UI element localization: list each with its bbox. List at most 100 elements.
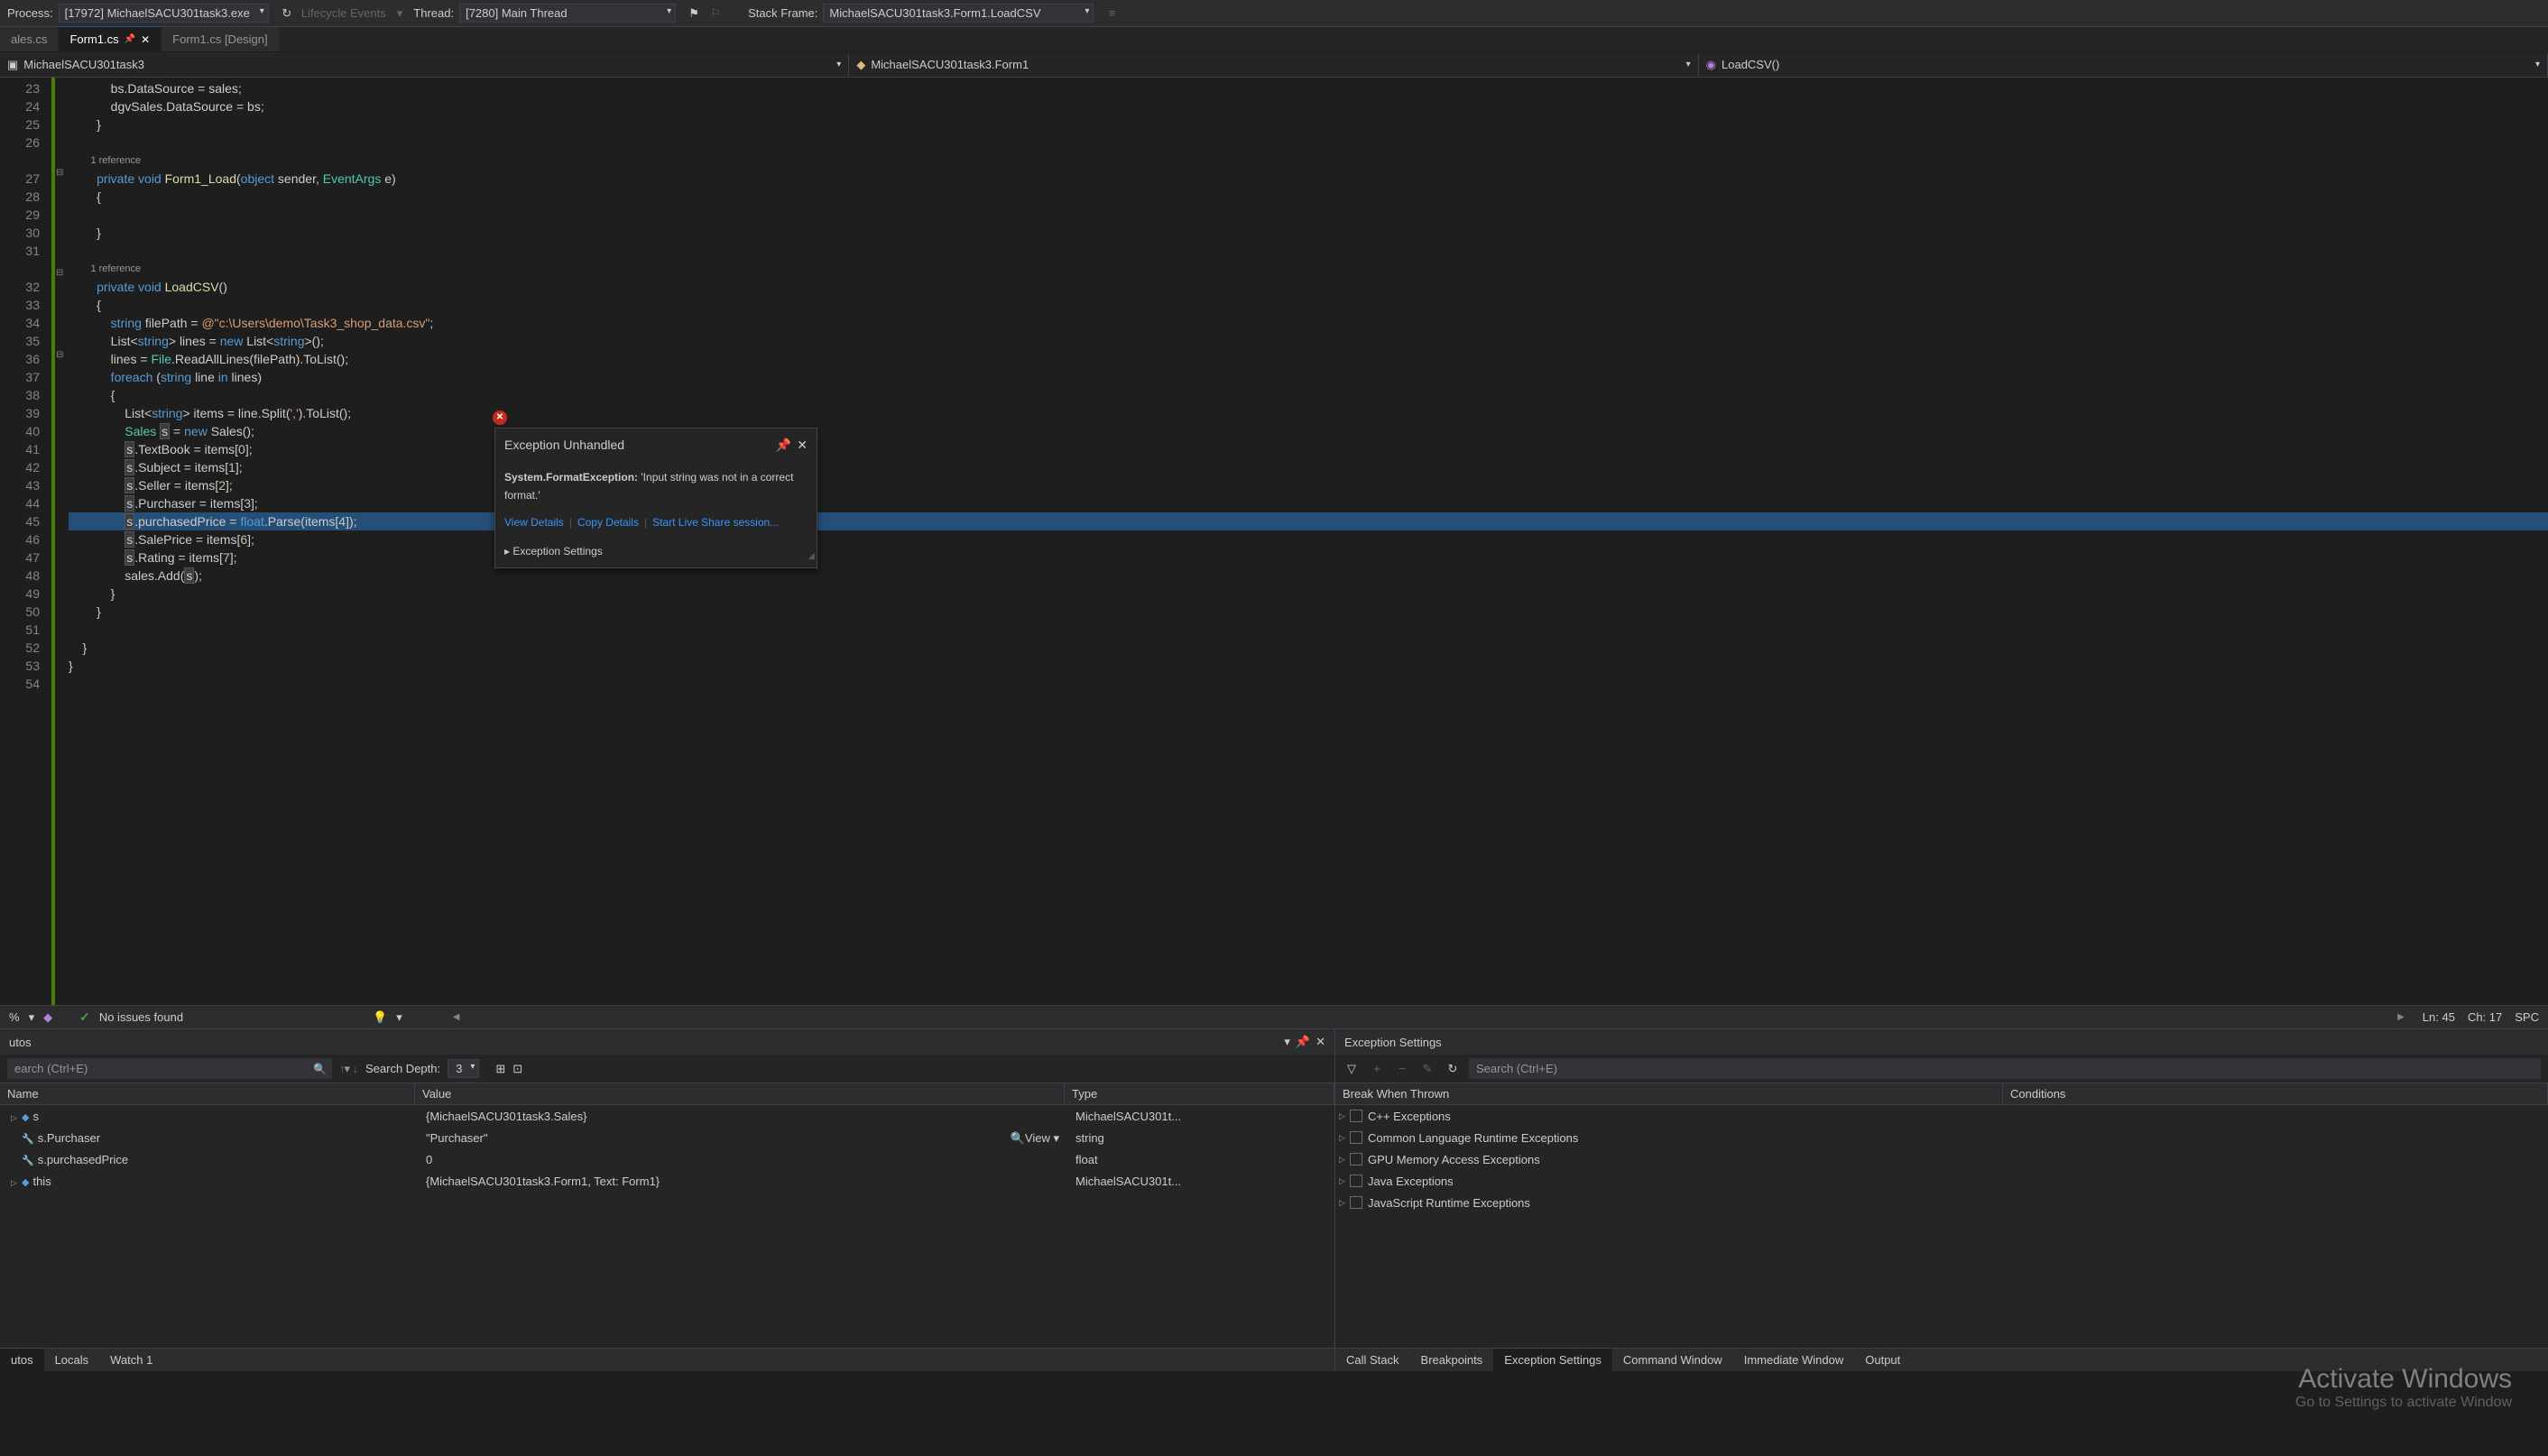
exception-search[interactable]: Search (Ctrl+E) bbox=[1469, 1058, 2541, 1079]
remove-icon[interactable]: − bbox=[1393, 1060, 1411, 1078]
scroll-right-icon[interactable]: ▶ bbox=[2392, 1012, 2410, 1022]
lifecycle-caret[interactable]: ▾ bbox=[397, 6, 403, 21]
checkbox[interactable] bbox=[1350, 1131, 1362, 1144]
expand-icon[interactable]: ▷ bbox=[1339, 1133, 1350, 1143]
nav-method[interactable]: ◉ LoadCSV() bbox=[1699, 54, 2548, 76]
checkbox[interactable] bbox=[1350, 1153, 1362, 1166]
exception-columns: Break When Thrown Conditions bbox=[1335, 1083, 2548, 1105]
dropdown-caret[interactable]: ▾ bbox=[344, 1062, 350, 1076]
nav-down-icon[interactable]: ↓ bbox=[353, 1062, 359, 1075]
view-details-link[interactable]: View Details bbox=[504, 513, 564, 531]
col-name[interactable]: Name bbox=[0, 1083, 415, 1104]
category-row[interactable]: ▷JavaScript Runtime Exceptions bbox=[1335, 1192, 2548, 1213]
codelens-hint[interactable]: 1 reference bbox=[69, 152, 2548, 170]
left-bottom-tabs: utos Locals Watch 1 bbox=[0, 1348, 1334, 1371]
filter-icon[interactable]: ▽ bbox=[1343, 1060, 1361, 1078]
dropdown-caret[interactable]: ▾ bbox=[396, 1010, 402, 1025]
pin-icon[interactable]: 📌 bbox=[776, 436, 791, 454]
category-row[interactable]: ▷C++ Exceptions bbox=[1335, 1105, 2548, 1127]
search-depth-input[interactable]: 3 bbox=[448, 1059, 479, 1078]
cursor-line[interactable]: Ln: 45 bbox=[2423, 1010, 2455, 1024]
copy-details-link[interactable]: Copy Details bbox=[577, 513, 639, 531]
window-position-icon[interactable]: ▾ bbox=[1284, 1035, 1290, 1049]
zoom-caret[interactable]: ▾ bbox=[29, 1010, 35, 1025]
liveshare-link[interactable]: Start Live Share session... bbox=[652, 513, 779, 531]
tab-breakpoints[interactable]: Breakpoints bbox=[1410, 1349, 1494, 1371]
add-icon[interactable]: + bbox=[1368, 1060, 1386, 1078]
line-num: 37 bbox=[0, 368, 40, 386]
code-line bbox=[69, 621, 2548, 639]
expand-icon[interactable]: ▷ bbox=[1339, 1155, 1350, 1165]
category-row[interactable]: ▷GPU Memory Access Exceptions bbox=[1335, 1148, 2548, 1170]
thread-dropdown[interactable]: [7280] Main Thread bbox=[459, 4, 676, 23]
intellicode-icon[interactable]: ◆ bbox=[43, 1010, 52, 1025]
toolbar-icon[interactable]: ⊡ bbox=[512, 1062, 522, 1076]
expand-icon[interactable]: ▷ bbox=[11, 1113, 22, 1123]
close-icon[interactable]: ✕ bbox=[797, 436, 808, 454]
tab-output[interactable]: Output bbox=[1854, 1349, 1911, 1371]
data-row[interactable]: ▷◆s {MichaelSACU301task3.Sales} MichaelS… bbox=[0, 1105, 1334, 1127]
stackframe-dropdown[interactable]: MichaelSACU301task3.Form1.LoadCSV bbox=[823, 4, 1094, 23]
process-dropdown[interactable]: [17972] MichaelSACU301task3.exe bbox=[59, 4, 269, 23]
expand-icon[interactable]: ▷ bbox=[11, 1178, 22, 1188]
tab-watch1[interactable]: Watch 1 bbox=[99, 1349, 163, 1371]
close-icon[interactable]: ✕ bbox=[1316, 1035, 1325, 1049]
cursor-char[interactable]: Ch: 17 bbox=[2468, 1010, 2502, 1024]
scroll-left-icon[interactable]: ◀ bbox=[448, 1012, 466, 1022]
close-icon[interactable]: ✕ bbox=[141, 33, 150, 46]
tab-sales-cs[interactable]: ales.cs bbox=[0, 27, 58, 51]
col-break[interactable]: Break When Thrown bbox=[1335, 1083, 2003, 1104]
tab-exception-settings[interactable]: Exception Settings bbox=[1493, 1349, 1612, 1371]
col-conditions[interactable]: Conditions bbox=[2003, 1083, 2548, 1104]
fold-icon[interactable]: ⊟ bbox=[56, 268, 69, 278]
refresh-icon[interactable]: ↻ bbox=[280, 6, 294, 21]
issues-label[interactable]: No issues found bbox=[99, 1010, 183, 1024]
expand-icon[interactable]: ▷ bbox=[1339, 1111, 1350, 1121]
pin-icon[interactable]: 📌 bbox=[1296, 1035, 1310, 1049]
data-row[interactable]: ▷◆this {MichaelSACU301task3.Form1, Text:… bbox=[0, 1170, 1334, 1192]
autos-search[interactable]: earch (Ctrl+E) 🔍 ▾ bbox=[7, 1058, 332, 1079]
flag-icon[interactable]: ⚑ bbox=[687, 6, 701, 21]
object-icon: ◆ bbox=[22, 1177, 29, 1188]
tab-immediate-window[interactable]: Immediate Window bbox=[1733, 1349, 1855, 1371]
exception-settings-panel: Exception Settings ▽ + − ✎ ↻ Search (Ctr… bbox=[1335, 1029, 2548, 1371]
tab-form1-design[interactable]: Form1.cs [Design] bbox=[162, 27, 278, 51]
codelens-hint[interactable]: 1 reference bbox=[69, 260, 2548, 278]
flag-outline-icon[interactable]: ⚐ bbox=[708, 6, 723, 21]
col-value[interactable]: Value bbox=[415, 1083, 1065, 1104]
checkbox[interactable] bbox=[1350, 1196, 1362, 1209]
checkbox[interactable] bbox=[1350, 1110, 1362, 1122]
code-content[interactable]: bs.DataSource = sales; dgvSales.DataSour… bbox=[69, 78, 2548, 1005]
tab-command-window[interactable]: Command Window bbox=[1612, 1349, 1733, 1371]
tab-form1-cs[interactable]: Form1.cs 📌 ✕ bbox=[59, 26, 161, 51]
tab-locals[interactable]: Locals bbox=[44, 1349, 100, 1371]
zoom-percent[interactable]: % bbox=[9, 1010, 20, 1024]
fold-icon[interactable]: ⊟ bbox=[56, 168, 69, 178]
expand-icon[interactable]: ▷ bbox=[1339, 1198, 1350, 1208]
resize-grip-icon[interactable]: ◢ bbox=[808, 548, 815, 566]
lightbulb-icon[interactable]: 💡 bbox=[373, 1010, 387, 1025]
expand-icon[interactable]: ▷ bbox=[1339, 1176, 1350, 1186]
nav-project[interactable]: ▣ MichaelSACU301task3 bbox=[0, 54, 849, 76]
toolbar-icon[interactable]: ⊞ bbox=[495, 1062, 505, 1076]
search-icon[interactable]: 🔍 bbox=[313, 1063, 327, 1075]
category-row[interactable]: ▷Common Language Runtime Exceptions bbox=[1335, 1127, 2548, 1148]
nav-class[interactable]: ◆ MichaelSACU301task3.Form1 bbox=[849, 54, 1698, 76]
edit-icon[interactable]: ✎ bbox=[1418, 1060, 1436, 1078]
overflow-icon[interactable]: ≡ bbox=[1104, 6, 1119, 21]
category-row[interactable]: ▷Java Exceptions bbox=[1335, 1170, 2548, 1192]
restore-icon[interactable]: ↻ bbox=[1444, 1060, 1462, 1078]
error-glyph-icon[interactable]: ✕ bbox=[493, 410, 507, 425]
col-type[interactable]: Type bbox=[1065, 1083, 1334, 1104]
data-row[interactable]: 🔧s.Purchaser "Purchaser"🔍View ▾ string bbox=[0, 1127, 1334, 1148]
line-num: 36 bbox=[0, 350, 40, 368]
indent-mode[interactable]: SPC bbox=[2515, 1010, 2539, 1024]
tab-callstack[interactable]: Call Stack bbox=[1335, 1349, 1410, 1371]
view-link[interactable]: 🔍View ▾ bbox=[1011, 1131, 1059, 1145]
tab-autos[interactable]: utos bbox=[0, 1349, 44, 1371]
exception-settings-expander[interactable]: ▸ Exception Settings bbox=[495, 539, 817, 567]
pin-icon[interactable]: 📌 bbox=[125, 34, 135, 44]
data-row[interactable]: 🔧s.purchasedPrice 0 float bbox=[0, 1148, 1334, 1170]
fold-icon[interactable]: ⊟ bbox=[56, 350, 69, 360]
checkbox[interactable] bbox=[1350, 1175, 1362, 1187]
